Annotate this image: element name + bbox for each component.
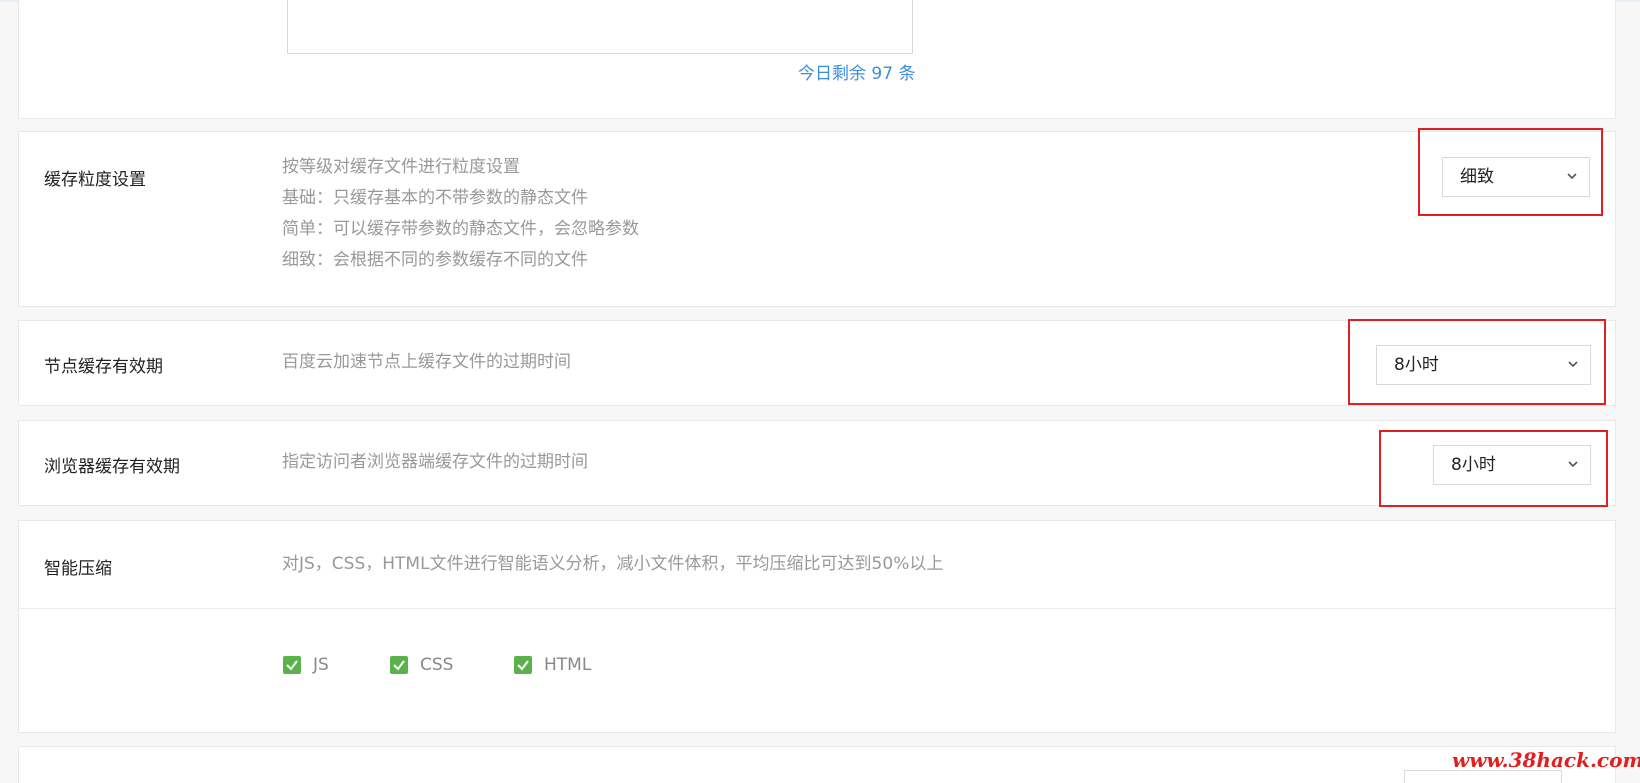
check-icon <box>390 656 408 674</box>
checkbox-css[interactable]: CSS <box>390 655 453 675</box>
desc-line: 基础：只缓存基本的不带参数的静态文件 <box>282 188 588 208</box>
cache-granularity-card: 缓存粒度设置 按等级对缓存文件进行粒度设置 基础：只缓存基本的不带参数的静态文件… <box>18 131 1616 307</box>
check-icon <box>514 656 532 674</box>
remaining-count-text: 今日剩余 97 条 <box>798 64 916 84</box>
smart-compress-desc: 对JS，CSS，HTML文件进行智能语义分析，减小文件体积，平均压缩比可达到50… <box>282 554 944 574</box>
section-divider <box>19 608 1615 609</box>
smart-compress-card: 智能压缩 对JS，CSS，HTML文件进行智能语义分析，减小文件体积，平均压缩比… <box>18 520 1616 733</box>
browser-cache-ttl-label: 浏览器缓存有效期 <box>44 457 180 477</box>
text-input-area[interactable] <box>287 0 913 54</box>
node-cache-ttl-label: 节点缓存有效期 <box>44 357 163 377</box>
cache-granularity-label: 缓存粒度设置 <box>44 170 146 190</box>
highlight-box <box>1418 128 1603 216</box>
cache-granularity-desc: 按等级对缓存文件进行粒度设置 基础：只缓存基本的不带参数的静态文件 简单：可以缓… <box>282 152 639 276</box>
highlight-box <box>1379 430 1608 507</box>
desc-line: 简单：可以缓存带参数的静态文件，会忽略参数 <box>282 219 639 239</box>
check-icon <box>283 656 301 674</box>
desc-line: 按等级对缓存文件进行粒度设置 <box>282 157 520 177</box>
browser-cache-ttl-desc: 指定访问者浏览器端缓存文件的过期时间 <box>282 452 588 472</box>
next-section-card <box>18 746 1616 783</box>
checkbox-js[interactable]: JS <box>283 655 329 675</box>
desc-line: 细致：会根据不同的参数缓存不同的文件 <box>282 250 588 270</box>
node-cache-ttl-desc: 百度云加速节点上缓存文件的过期时间 <box>282 352 571 372</box>
watermark-text: www.38hack.com <box>1452 748 1640 772</box>
checkbox-html[interactable]: HTML <box>514 655 591 675</box>
top-section-card: 今日剩余 97 条 <box>18 0 1616 119</box>
checkbox-label: JS <box>313 655 329 675</box>
checkbox-label: CSS <box>420 655 454 675</box>
highlight-box <box>1348 319 1606 405</box>
browser-cache-ttl-card: 浏览器缓存有效期 指定访问者浏览器端缓存文件的过期时间 8小时 <box>18 420 1616 506</box>
checkbox-label: HTML <box>544 655 592 675</box>
smart-compress-label: 智能压缩 <box>44 559 112 579</box>
